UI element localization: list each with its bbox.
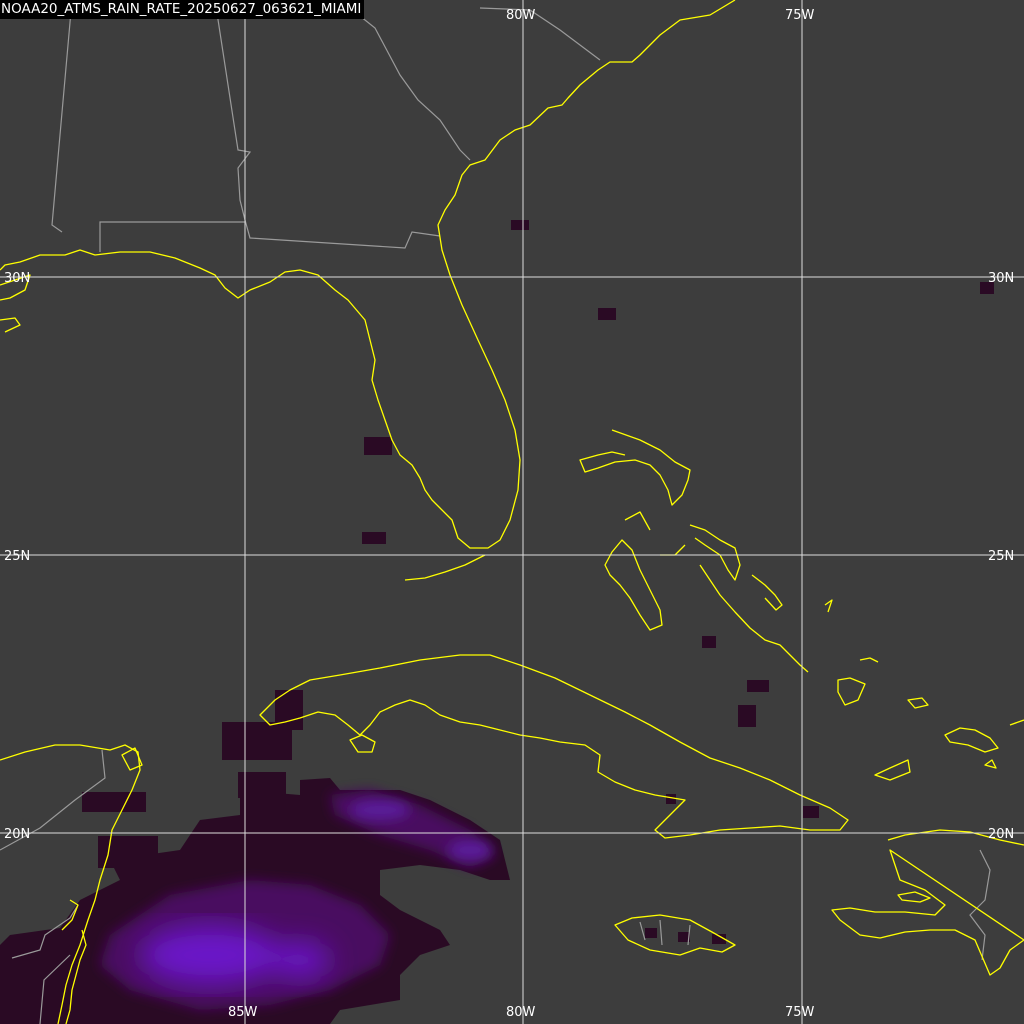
label-25n-right: 25N bbox=[988, 549, 1014, 564]
rain-cell bbox=[803, 806, 819, 818]
label-75w-top: 75W bbox=[785, 8, 815, 23]
label-80w-bottom: 80W bbox=[506, 1005, 536, 1020]
rain-heavy-core bbox=[350, 800, 410, 820]
rain-cell bbox=[666, 794, 676, 804]
rain-cell bbox=[275, 690, 303, 730]
rain-cell bbox=[362, 532, 386, 544]
label-85w-bottom: 85W bbox=[228, 1005, 258, 1020]
rain-cell bbox=[82, 792, 146, 812]
rain-cell bbox=[364, 437, 392, 455]
rain-heavy-core bbox=[140, 925, 280, 985]
rain-cell bbox=[702, 636, 716, 648]
rain-cell bbox=[598, 308, 616, 320]
rain-cell bbox=[511, 220, 529, 230]
label-20n-left: 20N bbox=[4, 827, 30, 842]
rain-cell bbox=[738, 705, 756, 727]
label-30n-left: 30N bbox=[4, 271, 30, 286]
label-30n-right: 30N bbox=[988, 271, 1014, 286]
rain-cell bbox=[645, 928, 657, 938]
label-25n-left: 25N bbox=[4, 549, 30, 564]
label-20n-right: 20N bbox=[988, 827, 1014, 842]
rain-heavy-core bbox=[448, 840, 492, 860]
rain-rate-map: 80W 75W 85W 80W 75W 30N 25N 20N 30N 25N … bbox=[0, 0, 1024, 1024]
rain-cell bbox=[98, 836, 158, 868]
label-80w-top: 80W bbox=[506, 8, 536, 23]
label-75w-bottom: 75W bbox=[785, 1005, 815, 1020]
rain-cell bbox=[747, 680, 769, 692]
rain-heavy-core bbox=[270, 942, 330, 978]
product-title: NOAA20_ATMS_RAIN_RATE_20250627_063621_MI… bbox=[0, 0, 365, 19]
